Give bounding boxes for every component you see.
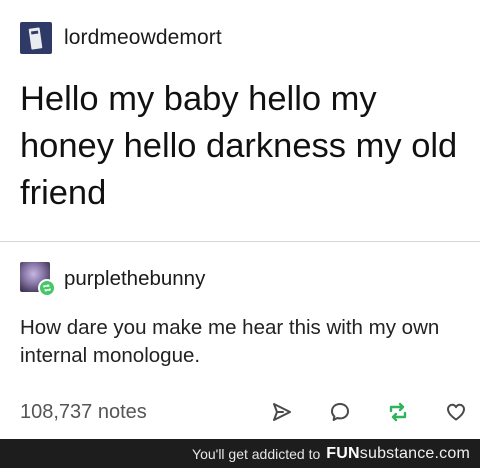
post-actions [238,398,470,426]
reblog-icon[interactable] [384,398,412,426]
notes-count[interactable]: 108,737 notes [20,401,147,424]
op-username[interactable]: lordmeowdemort [64,26,222,50]
op-header: lordmeowdemort [20,22,222,54]
like-icon[interactable] [442,398,470,426]
watermark-text: You'll get addicted to [192,445,321,462]
watermark-brand-bold: FUN [326,444,360,462]
divider [0,241,480,242]
watermark-logo[interactable]: FUNsubstance.com [326,445,470,463]
avatar[interactable] [20,22,52,54]
avatar[interactable] [20,262,56,297]
op-post-text: Hello my baby hello my honey hello darkn… [20,80,458,212]
reply-username[interactable]: purplethebunny [64,267,205,291]
reblog-badge-icon [38,279,56,297]
reply-header: purplethebunny [20,262,205,297]
watermark-banner: You'll get addicted to FUNsubstance.com [0,439,480,468]
watermark-brand-suffix: .com [434,444,470,462]
reply-icon[interactable] [326,398,354,426]
share-icon[interactable] [268,398,296,426]
post-footer: 108,737 notes [20,398,470,426]
reply-post-text: How dare you make me hear this with my o… [20,316,440,367]
avatar-image [28,27,43,50]
watermark-brand-light: substance [359,444,435,462]
